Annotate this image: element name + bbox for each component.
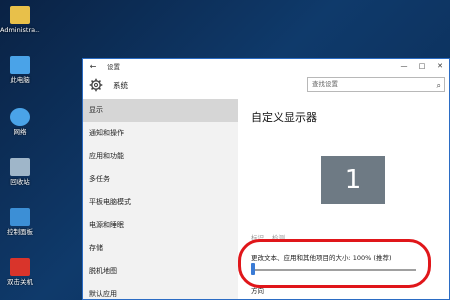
page-title: 自定义显示器 xyxy=(251,111,317,124)
sidebar-item-default-apps[interactable]: 默认应用 xyxy=(83,283,238,299)
desktop-icon-this-pc[interactable]: 此电脑 xyxy=(0,56,40,84)
sidebar-item-display[interactable]: 显示 xyxy=(83,99,238,122)
window-title: 设置 xyxy=(107,63,120,71)
sidebar-item-power-sleep[interactable]: 电源和睡眠 xyxy=(83,214,238,237)
close-button[interactable]: ✕ xyxy=(431,62,449,70)
desktop-icon-label: 回收站 xyxy=(10,178,30,186)
sidebar-item-apps[interactable]: 应用和功能 xyxy=(83,145,238,168)
search-icon: ⌕ xyxy=(436,81,441,90)
computer-icon xyxy=(10,56,30,74)
maximize-button[interactable]: □ xyxy=(413,62,431,70)
desktop-icon-network[interactable]: 网络 xyxy=(0,108,40,136)
red-highlight-ellipse xyxy=(238,239,431,288)
back-arrow-icon[interactable]: ← xyxy=(83,62,103,71)
desktop-icon-recycle-bin[interactable]: 回收站 xyxy=(0,158,40,186)
sidebar-item-storage[interactable]: 存储 xyxy=(83,237,238,260)
sidebar: 显示 通知和操作 应用和功能 多任务 平板电脑模式 电源和睡眠 存储 脱机地图 … xyxy=(83,99,238,299)
desktop-icon-label: 双击关机 xyxy=(7,278,33,286)
sidebar-item-offline-maps[interactable]: 脱机地图 xyxy=(83,260,238,283)
minimize-button[interactable]: — xyxy=(395,62,413,70)
sidebar-item-notifications[interactable]: 通知和操作 xyxy=(83,122,238,145)
gear-icon xyxy=(89,78,103,92)
window-controls: — □ ✕ xyxy=(395,62,449,70)
user-folder-icon xyxy=(10,6,30,24)
desktop-icon-label: 网络 xyxy=(13,128,27,136)
search-input[interactable]: 查找设置 ⌕ xyxy=(307,77,445,92)
sidebar-item-tablet-mode[interactable]: 平板电脑模式 xyxy=(83,191,238,214)
section-title: 系统 xyxy=(113,80,128,90)
network-icon xyxy=(10,108,30,126)
desktop-icon-administrator[interactable]: Administra... xyxy=(0,6,40,34)
title-bar: ← 设置 — □ ✕ xyxy=(83,59,449,73)
sidebar-item-multitasking[interactable]: 多任务 xyxy=(83,168,238,191)
recycle-bin-icon xyxy=(10,158,30,176)
desktop-icon-label: 此电脑 xyxy=(10,76,30,84)
desktop-icon-label: Administra... xyxy=(0,26,40,34)
desktop-icon-shutdown[interactable]: 双击关机 xyxy=(0,258,40,286)
monitor-tile[interactable]: 1 xyxy=(321,156,385,204)
desktop-icon-control-panel[interactable]: 控制面板 xyxy=(0,208,40,236)
desktop-icon-label: 控制面板 xyxy=(7,228,33,236)
power-icon xyxy=(10,258,30,276)
control-panel-icon xyxy=(10,208,30,226)
search-placeholder: 查找设置 xyxy=(312,80,338,88)
